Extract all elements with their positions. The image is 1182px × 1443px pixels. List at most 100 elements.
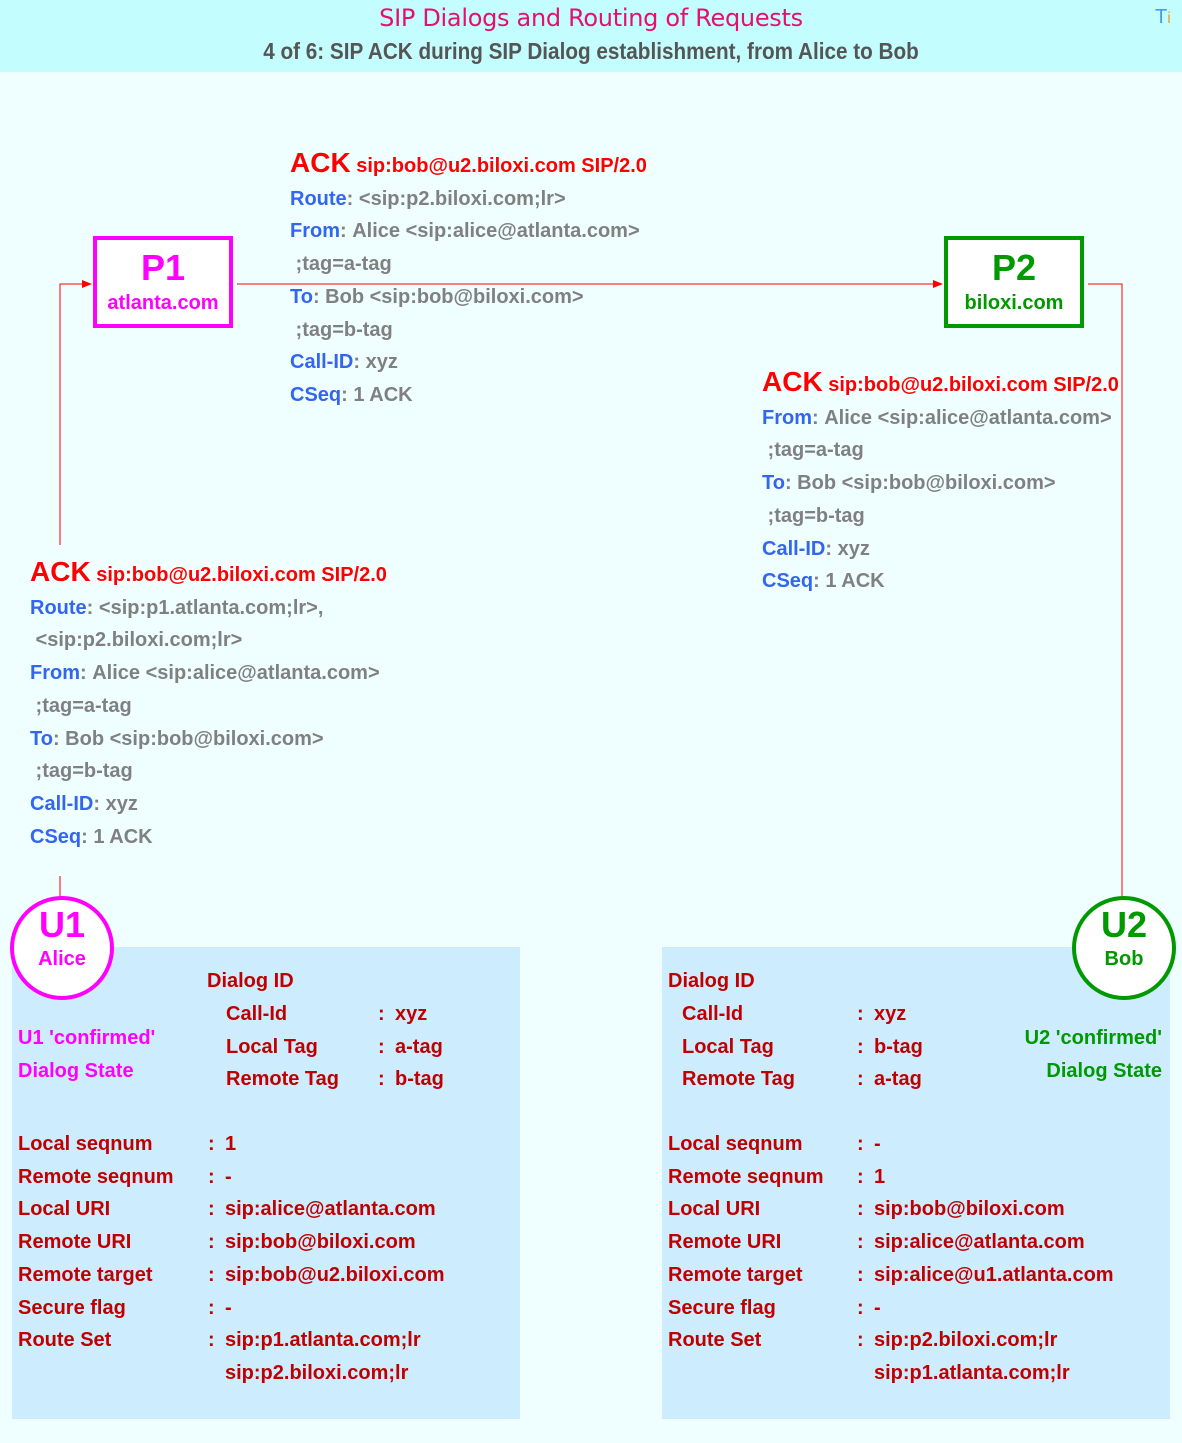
u2-colon: : bbox=[857, 1263, 864, 1286]
u2-state-field-label: Local seqnum bbox=[668, 1133, 803, 1155]
sip-header-name: CSeq bbox=[30, 825, 82, 848]
sip-header-line: From: Alice <sip:alice@atlanta.com> bbox=[762, 402, 1119, 435]
sip-header-colon: : bbox=[341, 383, 348, 406]
sip-header-name: Call-ID bbox=[30, 792, 94, 815]
request-line: ACK sip:bob@u2.biloxi.com SIP/2.0 bbox=[30, 556, 387, 592]
proxy-p2: P2 biloxi.com bbox=[944, 236, 1084, 328]
sip-header-value: 1 ACK bbox=[819, 570, 885, 593]
proxy-p2-name: P2 bbox=[991, 247, 1037, 288]
sip-header-line: To: Bob <sip:bob@biloxi.com> bbox=[762, 467, 1119, 500]
sip-header-value: Bob <sip:bob@biloxi.com> bbox=[59, 727, 324, 750]
sip-header-line: From: Alice <sip:alice@atlanta.com> bbox=[290, 215, 647, 248]
sip-header-line: To: Bob <sip:bob@biloxi.com> bbox=[290, 281, 647, 314]
u1-state-field-value: sip:p1.atlanta.com;lr bbox=[225, 1329, 421, 1352]
u2-state-line2: Dialog State bbox=[1046, 1060, 1162, 1082]
sip-header-line: From: Alice <sip:alice@atlanta.com> bbox=[30, 657, 387, 690]
sip-header-name: Call-ID bbox=[762, 537, 826, 560]
u1-state-field-value: sip:bob@biloxi.com bbox=[225, 1231, 416, 1254]
u1-dialog-id-field-value: a-tag bbox=[395, 1035, 443, 1058]
proxy-p1: P1 atlanta.com bbox=[93, 236, 233, 328]
sip-header-line: Call-ID: xyz bbox=[30, 788, 387, 821]
sip-header-name: CSeq bbox=[290, 383, 342, 406]
u2-state-field-value: sip:alice@atlanta.com bbox=[874, 1231, 1085, 1254]
u2-state-field-value: sip:bob@biloxi.com bbox=[874, 1198, 1065, 1221]
sip-header-value: ;tag=b-tag bbox=[30, 760, 133, 783]
u1-dialog-id-field-label: Call-Id bbox=[226, 1003, 288, 1025]
sip-header-name: Route bbox=[290, 187, 347, 210]
u1-colon: : bbox=[378, 1003, 385, 1025]
u1-state-line1: U1 'confirmed' bbox=[18, 1027, 156, 1049]
sip-header-value: Bob <sip:bob@biloxi.com> bbox=[319, 285, 584, 308]
u1-state-field-value: - bbox=[225, 1296, 232, 1319]
sip-header-value: <sip:p2.biloxi.com;lr> bbox=[353, 187, 566, 210]
sip-header-value: Alice <sip:alice@atlanta.com> bbox=[346, 220, 640, 243]
sip-header-value: Alice <sip:alice@atlanta.com> bbox=[86, 662, 380, 685]
message-u1-to-p1: ACK sip:bob@u2.biloxi.com SIP/2.0 Route: … bbox=[30, 556, 387, 853]
sip-header-line: ;tag=a-tag bbox=[762, 434, 1119, 467]
u2-state-field-label: Remote seqnum bbox=[668, 1165, 824, 1188]
user-agent-u1: U1 Alice bbox=[10, 896, 114, 1000]
sip-header-value: <sip:p2.biloxi.com;lr> bbox=[30, 629, 243, 652]
u2-state-field-value: - bbox=[874, 1133, 881, 1155]
message-p1-to-p2: ACK sip:bob@u2.biloxi.com SIP/2.0 Route: … bbox=[290, 147, 647, 412]
sip-header-colon: : bbox=[825, 537, 833, 560]
sip-header-line: <sip:p2.biloxi.com;lr> bbox=[30, 624, 387, 657]
request-uri: sip:bob@u2.biloxi.com SIP/2.0 bbox=[96, 564, 387, 586]
sip-header-line: Route: <sip:p2.biloxi.com;lr> bbox=[290, 183, 647, 216]
sip-header-value: Bob <sip:bob@biloxi.com> bbox=[791, 472, 1056, 495]
u2-colon: : bbox=[857, 1035, 864, 1058]
u2-dialog-id-label: Dialog ID bbox=[668, 970, 755, 992]
sip-header-line: To: Bob <sip:bob@biloxi.com> bbox=[30, 723, 387, 756]
sip-header-value: xyz bbox=[360, 351, 398, 374]
u2-state-line1: U2 'confirmed' bbox=[1024, 1027, 1162, 1049]
u1-dialog-id-label: Dialog ID bbox=[207, 970, 294, 992]
u1-state-field-label: Route Set bbox=[18, 1329, 112, 1352]
request-uri: sip:bob@u2.biloxi.com SIP/2.0 bbox=[356, 155, 647, 177]
request-line: ACK sip:bob@u2.biloxi.com SIP/2.0 bbox=[762, 366, 1119, 402]
sip-header-value: ;tag=b-tag bbox=[762, 504, 865, 527]
proxy-p2-domain: biloxi.com bbox=[964, 292, 1064, 314]
u1-name: U1 bbox=[38, 904, 86, 945]
u1-user: Alice bbox=[38, 948, 86, 970]
u2-dialog-id-field-label: Call-Id bbox=[682, 1003, 744, 1025]
u2-colon: : bbox=[857, 1231, 864, 1254]
user-agent-u2: U2 Bob bbox=[1072, 896, 1176, 1000]
u2-dialog-id-field-label: Remote Tag bbox=[682, 1068, 795, 1091]
u2-colon: : bbox=[857, 1165, 864, 1188]
u2-state-field-label: Secure flag bbox=[668, 1296, 776, 1319]
sip-header-name: Call-ID bbox=[290, 351, 354, 374]
u2-colon: : bbox=[857, 1133, 864, 1155]
sip-header-line: Call-ID: xyz bbox=[290, 346, 647, 379]
sip-header-colon: : bbox=[52, 727, 60, 750]
u1-state-field-label: Local seqnum bbox=[18, 1133, 153, 1155]
u2-colon: : bbox=[857, 1296, 864, 1319]
u1-state-field-label: Remote seqnum bbox=[18, 1165, 174, 1188]
u2-dialog-id-field-value: a-tag bbox=[874, 1068, 922, 1091]
u1-state-field-value: - bbox=[225, 1165, 232, 1188]
u2-colon: : bbox=[857, 1329, 864, 1352]
u1-state-field-label: Secure flag bbox=[18, 1296, 126, 1319]
sip-header-name: To bbox=[762, 472, 785, 495]
sip-header-value: Alice <sip:alice@atlanta.com> bbox=[818, 406, 1112, 429]
u1-colon: : bbox=[208, 1263, 215, 1286]
u1-state-field-value: sip:bob@u2.biloxi.com bbox=[225, 1263, 445, 1286]
sip-header-line: ;tag=b-tag bbox=[30, 755, 387, 788]
u2-state-field-label: Remote URI bbox=[668, 1231, 782, 1254]
sip-header-line: ;tag=b-tag bbox=[290, 314, 647, 347]
sip-header-value: 1 ACK bbox=[87, 825, 153, 848]
u1-colon: : bbox=[208, 1231, 215, 1254]
u1-dialog-id-field-label: Local Tag bbox=[226, 1035, 318, 1058]
sip-header-value: <sip:p1.atlanta.com;lr>, bbox=[93, 596, 324, 619]
u2-name: U2 bbox=[1100, 904, 1148, 945]
u2-colon: : bbox=[857, 1198, 864, 1221]
u1-colon: : bbox=[208, 1198, 215, 1221]
sip-method: ACK bbox=[30, 556, 91, 587]
u2-colon: : bbox=[857, 1003, 864, 1025]
u2-dialog-id-field-value: b-tag bbox=[874, 1035, 923, 1058]
sip-header-line: CSeq: 1 ACK bbox=[30, 821, 387, 854]
sip-header-colon: : bbox=[81, 825, 88, 848]
sip-header-value: ;tag=b-tag bbox=[290, 318, 393, 341]
arrow-u1-to-p1 bbox=[59, 280, 92, 545]
sip-header-colon: : bbox=[812, 406, 819, 429]
u1-state-field-value: 1 bbox=[225, 1133, 237, 1155]
